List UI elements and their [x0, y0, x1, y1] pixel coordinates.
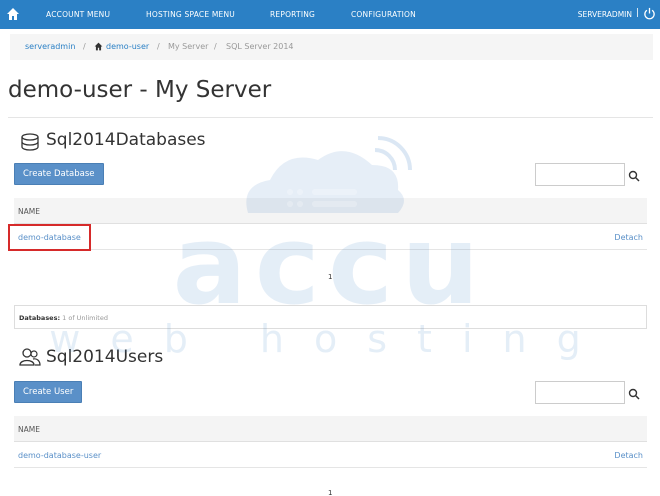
nav-separator: |	[635, 8, 639, 18]
breadcrumb: serveradmin / demo-user / My Server / SQ…	[10, 34, 653, 60]
page-title: demo-user - My Server	[8, 77, 272, 103]
databases-quota: Databases: 1 of Unlimited	[14, 305, 647, 329]
column-header-name: NAME	[18, 425, 40, 434]
home-icon	[94, 42, 103, 51]
divider	[8, 117, 653, 118]
breadcrumb-separator: /	[214, 42, 217, 51]
databases-table-header: NAME	[14, 198, 647, 224]
create-database-button[interactable]: Create Database	[14, 163, 104, 185]
breadcrumb-sql-server: SQL Server 2014	[226, 42, 294, 51]
nav-reporting[interactable]: REPORTING	[270, 10, 315, 19]
breadcrumb-demo-user[interactable]: demo-user	[106, 42, 149, 51]
table-row: demo-database Detach	[14, 224, 647, 250]
database-search-input[interactable]	[535, 163, 625, 186]
users-table-header: NAME	[14, 416, 647, 442]
nav-configuration[interactable]: CONFIGURATION	[351, 10, 416, 19]
users-title: Sql2014Users	[46, 347, 164, 367]
users-icon	[19, 348, 41, 366]
breadcrumb-serveradmin[interactable]: serveradmin	[25, 42, 75, 51]
detach-link[interactable]: Detach	[614, 233, 643, 242]
quota-value: 1 of Unlimited	[62, 314, 108, 322]
databases-title: Sql2014Databases	[46, 130, 206, 150]
search-icon[interactable]	[628, 170, 640, 182]
breadcrumb-separator: /	[157, 42, 160, 51]
search-icon[interactable]	[628, 388, 640, 400]
column-header-name: NAME	[18, 207, 40, 216]
pagination-page[interactable]: 1	[328, 489, 332, 496]
table-row: demo-database-user Detach	[14, 442, 647, 468]
pagination-page[interactable]: 1	[328, 273, 332, 281]
nav-account-menu[interactable]: ACCOUNT MENU	[46, 10, 110, 19]
breadcrumb-separator: /	[83, 42, 86, 51]
create-user-button[interactable]: Create User	[14, 381, 83, 403]
nav-hosting-space-menu[interactable]: HOSTING SPACE MENU	[146, 10, 235, 19]
database-icon	[21, 133, 39, 151]
user-link[interactable]: demo-database-user	[18, 451, 101, 460]
power-icon[interactable]	[643, 7, 656, 20]
breadcrumb-my-server: My Server	[168, 42, 209, 51]
detach-link[interactable]: Detach	[614, 451, 643, 460]
user-menu[interactable]: SERVERADMIN	[578, 10, 632, 19]
quota-label: Databases:	[19, 314, 61, 322]
highlight-box	[8, 224, 91, 251]
top-nav-bar: ACCOUNT MENU HOSTING SPACE MENU REPORTIN…	[0, 0, 660, 29]
user-search-input[interactable]	[535, 381, 625, 404]
home-icon[interactable]	[6, 7, 20, 21]
